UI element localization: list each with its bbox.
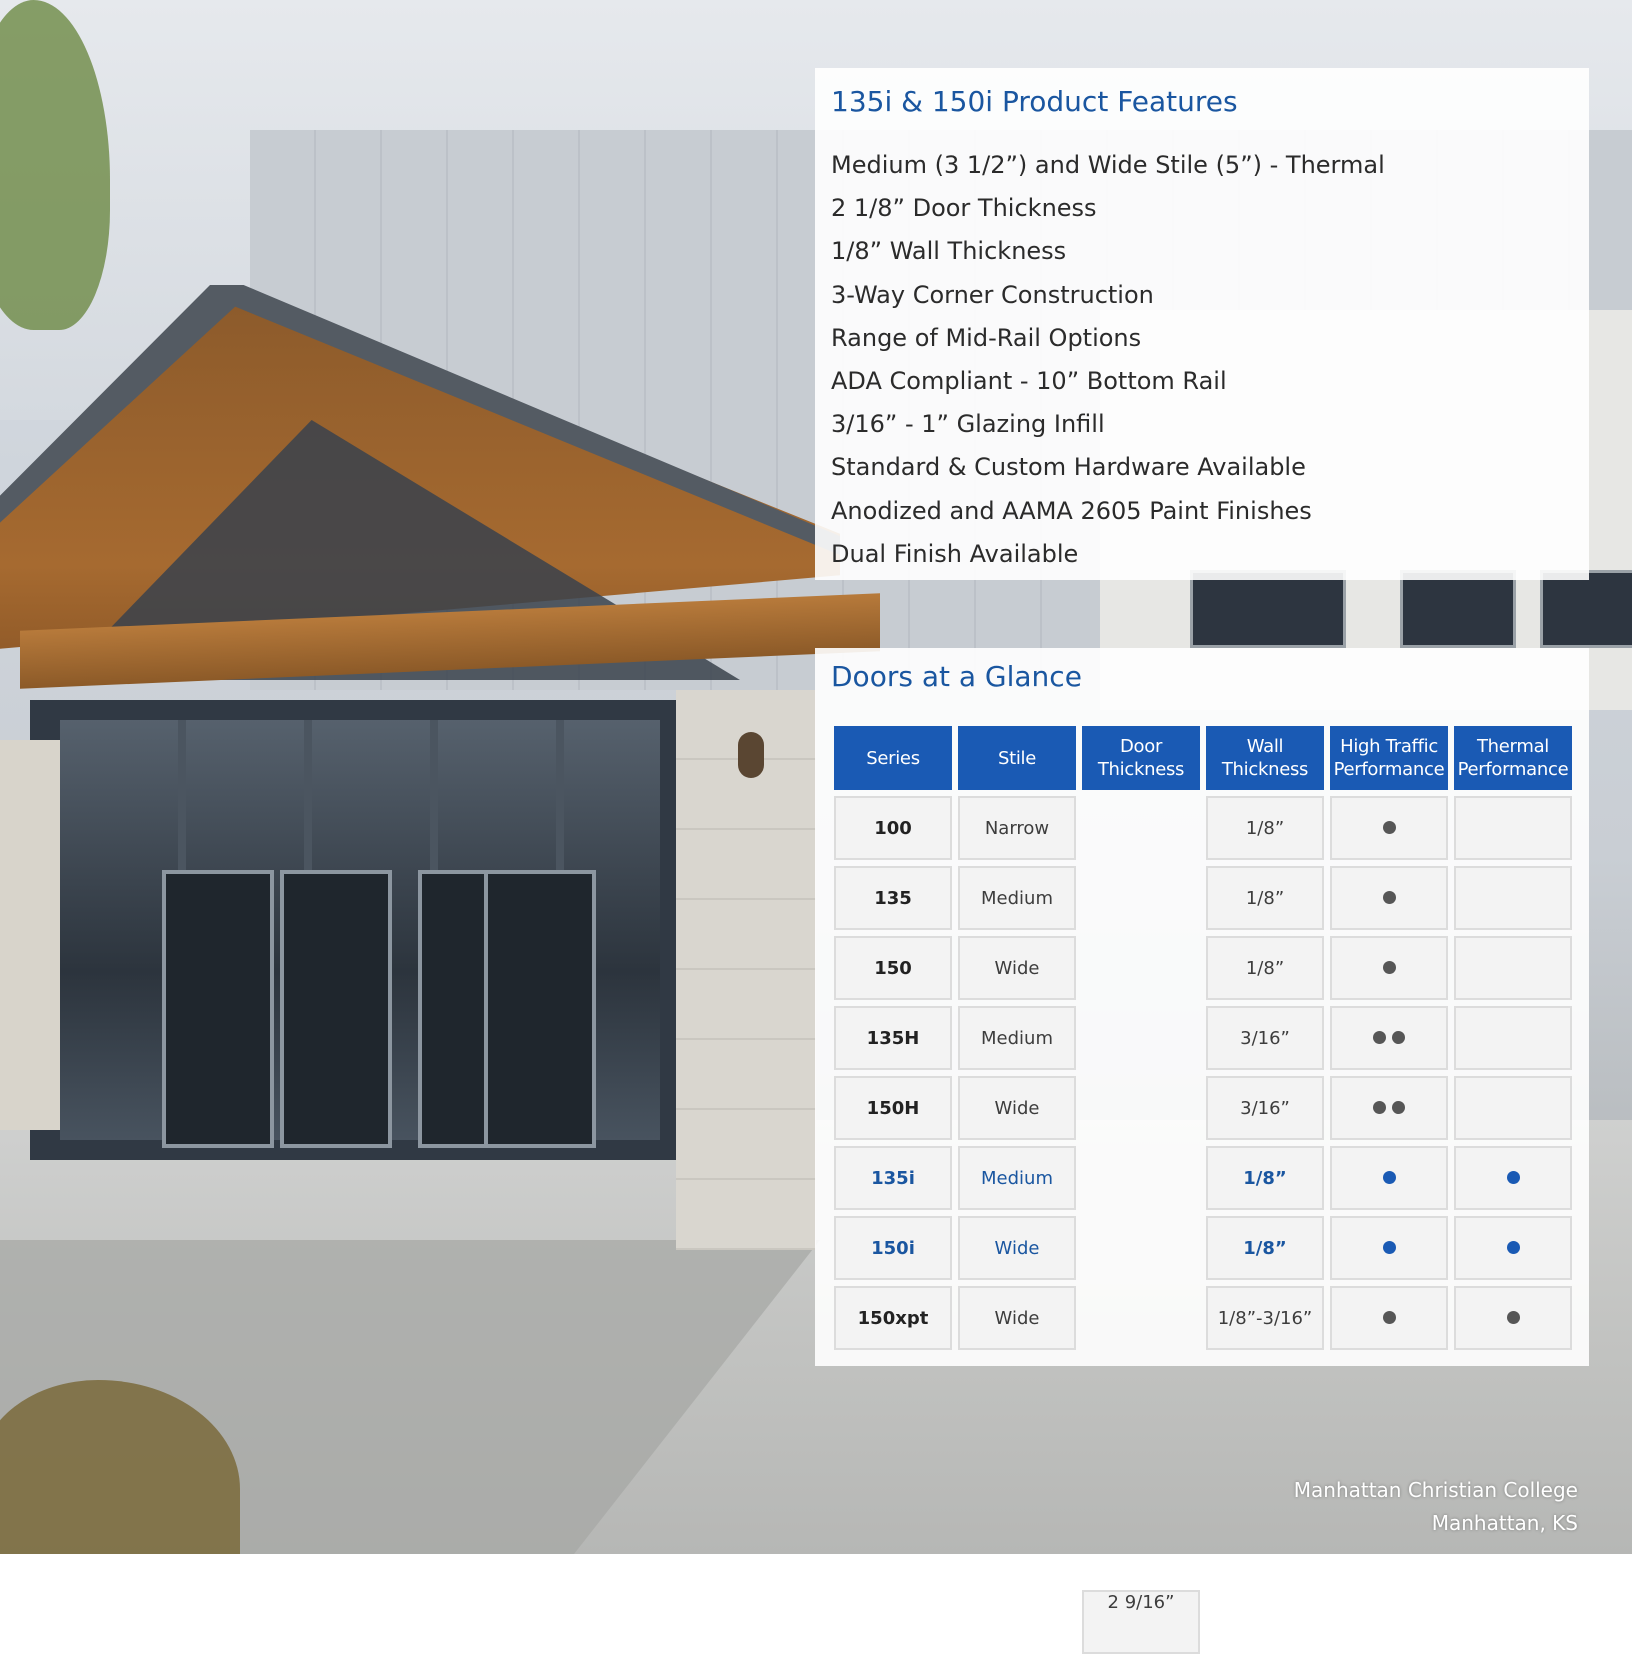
feature-item: Standard & Custom Hardware Available — [831, 453, 1306, 482]
window-strip — [1190, 570, 1346, 648]
series-cell: 135i — [834, 1146, 952, 1210]
feature-item: 3-Way Corner Construction — [831, 280, 1154, 309]
wall-thickness-cell: 1/8” — [1206, 866, 1324, 930]
thermal-cell — [1454, 1216, 1572, 1280]
wall-thickness-cell: 3/16” — [1206, 1076, 1324, 1140]
wall-thickness-header: Wall Thickness — [1206, 726, 1324, 790]
table-row: 150Wide1 3/4”1/8” — [834, 936, 1572, 1654]
rating-dot — [1382, 820, 1396, 834]
wall-thickness-cell: 1/8” — [1206, 1216, 1324, 1280]
wall-thickness-cell: 1/8”-3/16” — [1206, 1286, 1324, 1350]
series-header: Series — [834, 726, 952, 790]
thermal-cell — [1454, 1286, 1572, 1350]
door-thickness-cell: 2 9/16” — [1082, 1590, 1200, 1654]
rating-dot — [1382, 890, 1396, 904]
doors-at-a-glance-panel: Doors at a Glance Series Stile Door Thickne… — [815, 648, 1589, 1654]
rating-dot — [1392, 1030, 1405, 1044]
stone-pillar — [0, 740, 60, 1130]
series-cell: 150i — [834, 1216, 952, 1280]
high-traffic-header: High Traffic Performance — [1330, 726, 1448, 790]
feature-item: 3/16” - 1” Glazing Infill — [831, 410, 1105, 439]
rating-dot — [1373, 1100, 1386, 1114]
rating-dot — [1506, 1170, 1520, 1184]
door — [280, 870, 392, 1148]
feature-item: Range of Mid-Rail Options — [831, 323, 1142, 352]
glance-title: Doors at a Glance — [831, 660, 1082, 693]
thermal-header: Thermal Performance — [1454, 726, 1572, 790]
stile-cell: Medium — [958, 1006, 1076, 1070]
doors-table: Series Stile Door Thickness Wall Thickness Hig… — [828, 720, 1578, 1654]
feature-item: Anodized and AAMA 2605 Paint Finishes — [831, 496, 1312, 525]
features-list: Medium (3 1/2”) and Wide Stile (5”) - Th… — [831, 144, 1385, 576]
high-traffic-cell — [1330, 1286, 1448, 1350]
rating-dot — [1382, 1310, 1396, 1324]
photo-caption: Manhattan Christian College Manhattan, K… — [1294, 1474, 1578, 1540]
stile-cell: Narrow — [958, 796, 1076, 860]
stile-header: Stile — [958, 726, 1076, 790]
series-cell: 150 — [834, 936, 952, 1000]
feature-item: 1/8” Wall Thickness — [831, 237, 1067, 266]
high-traffic-cell — [1330, 1216, 1448, 1280]
thermal-cell — [1454, 866, 1572, 930]
high-traffic-cell — [1330, 866, 1448, 930]
series-cell: 150xpt — [834, 1286, 952, 1350]
wall-thickness-cell: 3/16” — [1206, 1006, 1324, 1070]
wall-thickness-cell: 1/8” — [1206, 1146, 1324, 1210]
rating-dot — [1382, 1170, 1396, 1184]
table-row: 150iWide2 1/8”1/8” — [834, 1216, 1572, 1654]
table-row: 135HMedium2”3/16” — [834, 1006, 1572, 1654]
feature-item: Dual Finish Available — [831, 539, 1079, 568]
series-cell: 100 — [834, 796, 952, 860]
thermal-cell — [1454, 1146, 1572, 1210]
thermal-cell — [1454, 796, 1572, 860]
caption-line-1: Manhattan Christian College — [1293, 1478, 1578, 1502]
high-traffic-cell — [1330, 1146, 1448, 1210]
table-row: 150HWide2”3/16” — [834, 1076, 1572, 1654]
wall-lamp — [738, 732, 764, 778]
thermal-cell — [1454, 1006, 1572, 1070]
product-features-panel: 135i & 150i Product Features Medium (3 1… — [815, 68, 1589, 580]
stile-cell: Wide — [958, 1216, 1076, 1280]
window-strip — [1540, 570, 1632, 648]
feature-item: ADA Compliant - 10” Bottom Rail — [831, 366, 1227, 395]
stile-cell: Wide — [958, 1076, 1076, 1140]
thermal-cell — [1454, 1076, 1572, 1140]
rating-dot — [1506, 1310, 1520, 1324]
rating-dot — [1382, 960, 1396, 974]
series-cell: 150H — [834, 1076, 952, 1140]
stile-cell: Wide — [958, 1286, 1076, 1350]
door — [162, 870, 274, 1148]
door-thickness-header: Door Thickness — [1082, 726, 1200, 790]
features-title: 135i & 150i Product Features — [831, 85, 1238, 118]
table-row: 100Narrow1 3/4”1/8” — [834, 796, 1572, 1654]
series-cell: 135 — [834, 866, 952, 930]
window-strip — [1400, 570, 1516, 648]
high-traffic-cell — [1330, 1076, 1448, 1140]
door — [484, 870, 596, 1148]
thermal-cell — [1454, 936, 1572, 1000]
rating-dot — [1392, 1100, 1405, 1114]
stile-cell: Wide — [958, 936, 1076, 1000]
rating-dot — [1373, 1030, 1386, 1044]
table-row: 150xpt Wide 2 9/16” 1/8”-3/16” — [834, 1286, 1572, 1654]
high-traffic-cell — [1330, 936, 1448, 1000]
wall-thickness-cell: 1/8” — [1206, 796, 1324, 860]
table-row: 135Medium1 3/4”1/8” — [834, 866, 1572, 1654]
series-cell: 135H — [834, 1006, 952, 1070]
table-header-row: Series Stile Door Thickness Wall Thickness Hig… — [834, 726, 1572, 790]
high-traffic-cell — [1330, 796, 1448, 860]
feature-item: Medium (3 1/2”) and Wide Stile (5”) - Th… — [831, 151, 1385, 179]
rating-dot — [1506, 1240, 1520, 1254]
table-body: 100Narrow1 3/4”1/8”135Medium1 3/4”1/8”15… — [834, 796, 1572, 1654]
stile-cell: Medium — [958, 866, 1076, 930]
caption-line-2: Manhattan, KS — [1431, 1511, 1578, 1535]
feature-item: 2 1/8” Door Thickness — [831, 194, 1097, 223]
wall-thickness-cell: 1/8” — [1206, 936, 1324, 1000]
high-traffic-cell — [1330, 1006, 1448, 1070]
table-row: 135iMedium2 1/8”1/8” — [834, 1146, 1572, 1654]
rating-dot — [1382, 1240, 1396, 1254]
stile-cell: Medium — [958, 1146, 1076, 1210]
